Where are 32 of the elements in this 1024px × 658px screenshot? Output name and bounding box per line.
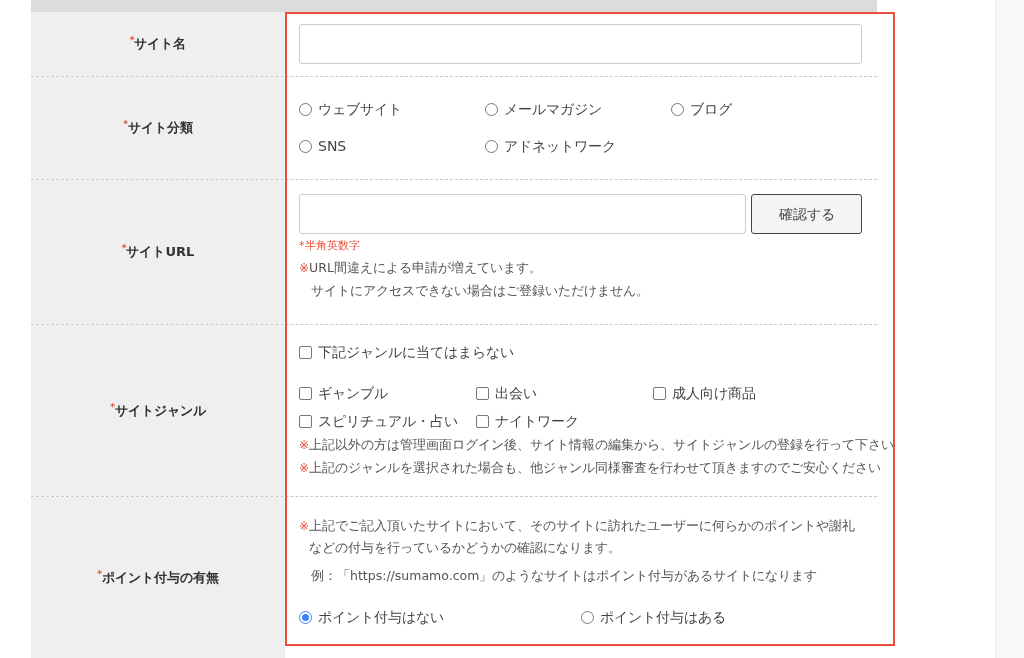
note-mark: ※ (299, 459, 310, 477)
note-text: 例：「https://sumamo.com」のようなサイトはポイント付与があるサイトになります (311, 567, 819, 585)
radio-option[interactable]: アドネットワーク (485, 136, 671, 157)
checkbox-option[interactable]: 下記ジャンルに当てはまらない (299, 342, 862, 363)
note-text: サイトにアクセスできない場合はご登録いただけません。 (311, 282, 649, 301)
note-mark: ※ (299, 437, 310, 454)
label-cell: *サイトURL (31, 180, 285, 324)
radio-option[interactable]: SNS (299, 136, 485, 157)
radio-option[interactable]: ポイント付与はない (299, 607, 581, 628)
text-field[interactable] (299, 24, 862, 64)
label-cell: *ポイント付与の有無 (31, 497, 285, 658)
radio-option[interactable]: ブログ (671, 99, 857, 120)
checkbox-option[interactable]: 成人向け商品 (653, 383, 830, 404)
confirm-button[interactable]: 確認する (751, 194, 862, 234)
radio-option[interactable]: メールマガジン (485, 99, 671, 120)
note-text: 上記でご記入頂いたサイトにおいて、そのサイトに訪れたユーザーに何らかのポイントや謝礼などの付与を行っているかどうかの確認になります。 (309, 517, 857, 557)
note-mark: ※ (299, 259, 310, 277)
note-text: URL間違えによる申請が増えています。 (309, 258, 542, 277)
checkbox-option[interactable]: ギャンブル (299, 383, 476, 404)
checkbox-option[interactable]: スピリチュアル・占い (299, 411, 476, 432)
text-field[interactable] (299, 194, 746, 234)
checkbox-option[interactable]: ナイトワーク (476, 411, 653, 432)
label-cell: *サイトジャンル (31, 325, 285, 496)
checkbox-option[interactable]: 出会い (476, 383, 653, 404)
label-cell: *サイト分類 (31, 77, 285, 179)
note-text: 上記以外の方は管理画面ログイン後、サイト情報の編集から、サイトジャンルの登録を行って下さい (309, 436, 895, 454)
note-text: 上記のジャンルを選択された場合も、他ジャンル同様審査を行わせて頂きますのでご安心ください (309, 458, 882, 477)
label-cell: *サイト名 (31, 12, 285, 76)
radio-option[interactable]: ウェブサイト (299, 99, 485, 120)
radio-option[interactable]: ポイント付与はある (581, 607, 863, 628)
note-mark: ※ (299, 518, 310, 535)
hint-text: *半角英数字 (299, 238, 361, 254)
